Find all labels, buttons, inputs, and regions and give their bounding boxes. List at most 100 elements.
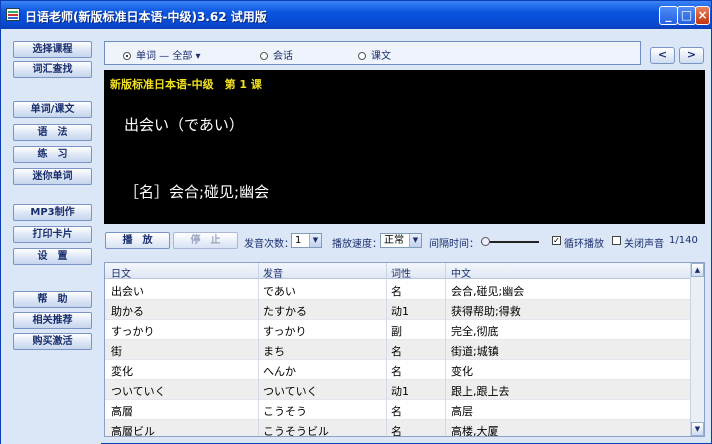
app-icon [6,8,20,21]
scroll-up-icon[interactable]: ▲ [691,263,704,277]
mute-label: 关闭声音 [624,239,664,250]
grammar-button[interactable]: 语 法 [13,124,92,141]
next-button[interactable]: > [679,47,704,64]
table-row[interactable]: 高層ビル こうそうビル 名 高楼,大厦 [105,420,691,437]
table-row[interactable]: ついていく ついていく 动1 跟上,跟上去 [105,380,691,400]
cell-japanese: 街 [111,345,122,358]
cell-pos: 名 [391,405,402,418]
mp3-make-button[interactable]: MP3制作 [13,204,92,221]
cell-chinese: 获得帮助;得救 [451,305,521,318]
repeat-label: 发音次数： [244,239,294,250]
title-bar[interactable]: 日语老师(新版标准日本语-中级)3.62 试用版 _ □ × [1,1,711,29]
radio-icon [358,52,366,60]
col-pos[interactable]: 词性 [391,265,411,280]
table-scrollbar[interactable]: ▲ ▼ [690,263,704,436]
word-counter: 1/140 [669,235,698,246]
close-button[interactable]: × [695,6,710,25]
repeat-select[interactable]: 1 ▼ [291,233,322,248]
exercise-button[interactable]: 练 习 [13,146,92,163]
recommend-button[interactable]: 相关推荐 [13,312,92,329]
mode-dialogue-label: 会话 [273,51,293,62]
cell-chinese: 街道;城镇 [451,345,499,358]
cell-pos: 动1 [391,305,409,318]
cell-pos: 动1 [391,385,409,398]
speed-value: 正常 [384,235,404,246]
print-cards-button[interactable]: 打印卡片 [13,226,92,243]
mini-words-button[interactable]: 迷你单词 [13,168,92,185]
cell-japanese: 出会い [111,285,144,298]
chevron-down-icon: ▼ [409,234,421,247]
vocab-table: 日文 发音 词性 中文 出会い であい 名 会合,碰见;幽会 助かる たすかる … [104,262,705,437]
mode-text-radio[interactable]: 课文 [358,47,391,62]
select-course-button[interactable]: 选择课程 [13,41,92,58]
loop-checkbox[interactable]: ✓ [552,236,561,245]
cell-chinese: 完全,彻底 [451,325,499,338]
cell-pos: 名 [391,425,402,437]
speed-select[interactable]: 正常 ▼ [380,233,422,248]
cell-reading: こうそう [263,405,307,418]
interval-label: 间隔时间： [429,239,479,250]
table-row[interactable]: 出会い であい 名 会合,碰见;幽会 [105,280,691,300]
cell-pos: 名 [391,285,402,298]
cell-reading: こうそうビル [263,425,329,437]
table-row[interactable]: 街 まち 名 街道;城镇 [105,340,691,360]
word-display: 新版标准日本语-中级 第 1 课 出会い（であい） ［名］会合;碰见;幽会 [104,70,705,224]
cell-reading: であい [263,285,296,298]
cell-chinese: 变化 [451,365,473,378]
lesson-title: 新版标准日本语-中级 第 1 课 [110,78,262,91]
prev-button[interactable]: < [650,47,675,64]
table-row[interactable]: 高層 こうそう 名 高层 [105,400,691,420]
vocab-search-button[interactable]: 词汇查找 [13,61,92,78]
cell-reading: へんか [263,365,296,378]
repeat-value: 1 [295,235,302,246]
table-row[interactable]: 変化 へんか 名 变化 [105,360,691,380]
cell-chinese: 高层 [451,405,473,418]
cell-reading: すっかり [263,325,307,338]
mode-dialogue-radio[interactable]: 会话 [260,47,293,62]
table-row[interactable]: すっかり すっかり 副 完全,彻底 [105,320,691,340]
stop-button[interactable]: 停 止 [173,232,238,249]
cell-pos: 名 [391,365,402,378]
cell-japanese: ついていく [111,385,166,398]
col-chinese[interactable]: 中文 [451,265,471,280]
cell-pos: 名 [391,345,402,358]
radio-selected-icon [123,52,131,60]
loop-label: 循环播放 [564,239,604,250]
interval-slider-thumb[interactable] [481,237,490,246]
table-header: 日文 发音 词性 中文 [105,263,691,280]
window-title: 日语老师(新版标准日本语-中级)3.62 试用版 [25,10,267,24]
radio-icon [260,52,268,60]
maximize-button[interactable]: □ [677,6,696,25]
minimize-button[interactable]: _ [659,6,678,25]
cell-japanese: 高層 [111,405,133,418]
buy-activate-button[interactable]: 购买激活 [13,333,92,350]
col-reading[interactable]: 发音 [263,265,283,280]
settings-button[interactable]: 设 置 [13,248,92,265]
play-button[interactable]: 播 放 [105,232,170,249]
app-window: 日语老师(新版标准日本语-中级)3.62 试用版 _ □ × 选择课程 词汇查找… [0,0,712,444]
scroll-down-icon[interactable]: ▼ [691,422,704,436]
speed-label: 播放速度： [332,239,382,250]
cell-reading: ついていく [263,385,318,398]
current-meaning: ［名］会合;碰见;幽会 [124,183,270,201]
cell-pos: 副 [391,325,402,338]
col-japanese[interactable]: 日文 [111,265,131,280]
mute-checkbox[interactable] [612,236,621,245]
help-button[interactable]: 帮 助 [13,291,92,308]
cell-chinese: 高楼,大厦 [451,425,499,437]
cell-reading: たすかる [263,305,307,318]
cell-japanese: 高層ビル [111,425,155,437]
mode-words-label: 单词 — 全部 ▾ [136,51,201,62]
table-row[interactable]: 助かる たすかる 动1 获得帮助;得救 [105,300,691,320]
words-text-button[interactable]: 单词/课文 [13,101,92,118]
cell-japanese: すっかり [111,325,155,338]
cell-japanese: 助かる [111,305,144,318]
cell-chinese: 会合,碰见;幽会 [451,285,525,298]
cell-reading: まち [263,345,285,358]
mode-words-radio[interactable]: 单词 — 全部 ▾ [123,47,201,62]
cell-japanese: 変化 [111,365,133,378]
chevron-down-icon: ▼ [309,234,321,247]
mode-selector: 单词 — 全部 ▾ 会话 课文 [104,41,641,65]
current-word: 出会い（であい） [124,116,244,134]
cell-chinese: 跟上,跟上去 [451,385,510,398]
